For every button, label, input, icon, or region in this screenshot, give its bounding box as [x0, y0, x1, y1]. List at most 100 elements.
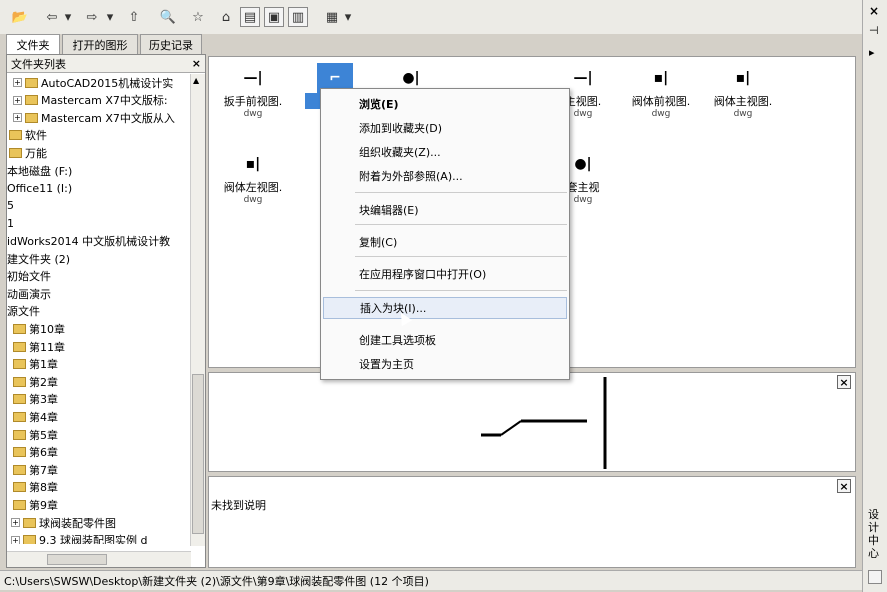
scroll-thumb[interactable]: [192, 374, 204, 534]
favorites-icon[interactable]: ☆: [188, 7, 208, 27]
tree-item-label: 动画演示: [7, 287, 51, 301]
tree-item-label: 软件: [25, 129, 47, 143]
expand-icon[interactable]: +: [11, 535, 20, 544]
menu-separator: [355, 224, 567, 225]
tree-item[interactable]: 第7章: [13, 461, 58, 478]
tree-item-label: 源文件: [7, 305, 40, 319]
tree-item-label: 初始文件: [7, 270, 51, 284]
palette-icon[interactable]: [868, 570, 882, 584]
tree-item[interactable]: 初始文件: [7, 268, 51, 285]
tree-item[interactable]: 本地磁盘 (F:): [7, 162, 72, 179]
tree-item[interactable]: idWorks2014 中文版机械设计教: [7, 232, 170, 249]
tree-item[interactable]: 第6章: [13, 444, 58, 461]
file-item[interactable]: ▪| 阀体前视图. dwg: [621, 63, 701, 119]
palette-side-bar: × ⊣ ▸ 设计中心: [862, 0, 887, 592]
folder-icon: [13, 429, 26, 440]
description-icon[interactable]: ▥: [288, 7, 308, 27]
expand-icon[interactable]: +: [13, 113, 22, 123]
tree-vertical-scrollbar[interactable]: ▲: [190, 74, 205, 546]
tree-item[interactable]: 动画演示: [7, 285, 51, 302]
file-extension: dwg: [651, 109, 671, 119]
tree-item[interactable]: 源文件: [7, 303, 40, 320]
context-menu-item[interactable]: 设置为主页: [323, 353, 567, 375]
expand-icon[interactable]: +: [13, 78, 22, 87]
load-icon[interactable]: 📂: [10, 7, 30, 27]
preview-close-icon[interactable]: ×: [837, 375, 851, 389]
file-item[interactable]: ▪| 阀体主视图. dwg: [703, 63, 783, 119]
back-dropdown-icon[interactable]: ▾: [62, 7, 74, 27]
file-item[interactable]: ▪| 阀体左视图. dwg: [213, 149, 293, 205]
context-menu-item[interactable]: 块编辑器(E): [323, 199, 567, 221]
properties-icon[interactable]: ▸: [869, 46, 875, 59]
preview-icon[interactable]: ▣: [264, 7, 284, 27]
tree-item[interactable]: + Mastercam X7中文版从入: [13, 109, 175, 126]
tree-item[interactable]: 第4章: [13, 408, 58, 425]
tree-item[interactable]: +9.3 球阀装配图实例 d: [11, 532, 147, 544]
tree-item[interactable]: + Mastercam X7中文版标:: [13, 92, 168, 109]
folder-list-title: 文件夹列表: [11, 57, 66, 71]
tree-item[interactable]: 第3章: [13, 391, 58, 408]
tree-horizontal-scrollbar[interactable]: [7, 551, 191, 567]
description-close-icon[interactable]: ×: [837, 479, 851, 493]
tree-item[interactable]: 第8章: [13, 479, 58, 496]
tree-item[interactable]: 第5章: [13, 426, 58, 443]
tab-open-drawings[interactable]: 打开的图形: [62, 34, 138, 54]
tree-item-label: 第6章: [29, 446, 58, 460]
tab-folders[interactable]: 文件夹: [6, 34, 60, 55]
expand-icon[interactable]: +: [13, 95, 22, 105]
forward-icon[interactable]: ⇨: [82, 7, 102, 27]
close-icon[interactable]: ×: [192, 57, 201, 70]
tree-item[interactable]: 1: [7, 215, 14, 232]
context-menu-item[interactable]: 创建工具选项板: [323, 329, 567, 351]
folder-icon: [9, 147, 22, 158]
drawing-thumbnail-icon: ▪|: [245, 156, 261, 172]
tree-item[interactable]: + AutoCAD2015机械设计实: [13, 74, 173, 91]
folder-icon: [9, 130, 22, 141]
tree-item[interactable]: 第1章: [13, 356, 58, 373]
expand-icon[interactable]: +: [11, 518, 20, 527]
tree-item[interactable]: 软件: [9, 127, 47, 144]
tree-item[interactable]: 万能: [9, 144, 47, 161]
hscroll-thumb[interactable]: [47, 554, 107, 565]
context-menu-item[interactable]: 插入为块(I)...: [323, 297, 567, 319]
back-icon[interactable]: ⇦: [42, 7, 62, 27]
tree-item-label: 1: [7, 216, 14, 230]
status-path: C:\Users\SWSW\Desktop\新建文件夹 (2)\源文件\第9章\…: [4, 574, 429, 588]
tree-item[interactable]: + 球阀装配零件图: [11, 514, 116, 531]
up-icon[interactable]: ⇧: [124, 7, 144, 27]
context-menu-item[interactable]: 在应用程序窗口中打开(O): [323, 263, 567, 285]
wrench-drawing-icon: [481, 377, 607, 469]
tree-item-label: 第5章: [29, 428, 58, 442]
file-item[interactable]: —| 扳手前视图. dwg: [213, 63, 293, 119]
context-menu-item[interactable]: 添加到收藏夹(D): [323, 117, 567, 139]
scroll-up-icon[interactable]: ▲: [193, 76, 203, 86]
tree-toggle-icon[interactable]: ▤: [240, 7, 260, 27]
tree-item-label: 第11章: [29, 340, 65, 354]
palette-close-icon[interactable]: ×: [869, 4, 879, 18]
views-dropdown-icon[interactable]: ▾: [342, 7, 354, 27]
forward-dropdown-icon[interactable]: ▾: [104, 7, 116, 27]
views-icon[interactable]: ▦: [322, 7, 342, 27]
context-menu-item[interactable]: 组织收藏夹(Z)...: [323, 141, 567, 163]
tree-item-label: 第4章: [29, 410, 58, 424]
tree-item[interactable]: 5: [7, 197, 14, 214]
tree-item[interactable]: 第10章: [13, 320, 65, 337]
status-bar: C:\Users\SWSW\Desktop\新建文件夹 (2)\源文件\第9章\…: [0, 570, 862, 590]
context-menu-item[interactable]: 复制(C): [323, 231, 567, 253]
search-icon[interactable]: 🔍: [158, 7, 178, 27]
tab-history[interactable]: 历史记录: [140, 34, 202, 54]
folder-icon: [23, 535, 36, 544]
tree-item[interactable]: 第9章: [13, 496, 58, 513]
home-icon[interactable]: ⌂: [216, 7, 236, 27]
autohide-icon[interactable]: ⊣: [869, 24, 879, 37]
drawing-thumbnail-icon: —|: [243, 70, 263, 86]
context-menu-item[interactable]: 附着为外部参照(A)...: [323, 165, 567, 187]
tree-item[interactable]: 第11章: [13, 338, 65, 355]
tree-item[interactable]: Office11 (I:): [7, 180, 72, 197]
context-menu-item[interactable]: 浏览(E): [323, 93, 567, 115]
drawing-thumbnail-icon: ▪|: [735, 70, 751, 86]
tree-item[interactable]: 第2章: [13, 373, 58, 390]
tree-item-label: 第10章: [29, 322, 65, 336]
folder-icon: [25, 77, 38, 88]
tree-item[interactable]: 建文件夹 (2): [7, 250, 70, 267]
